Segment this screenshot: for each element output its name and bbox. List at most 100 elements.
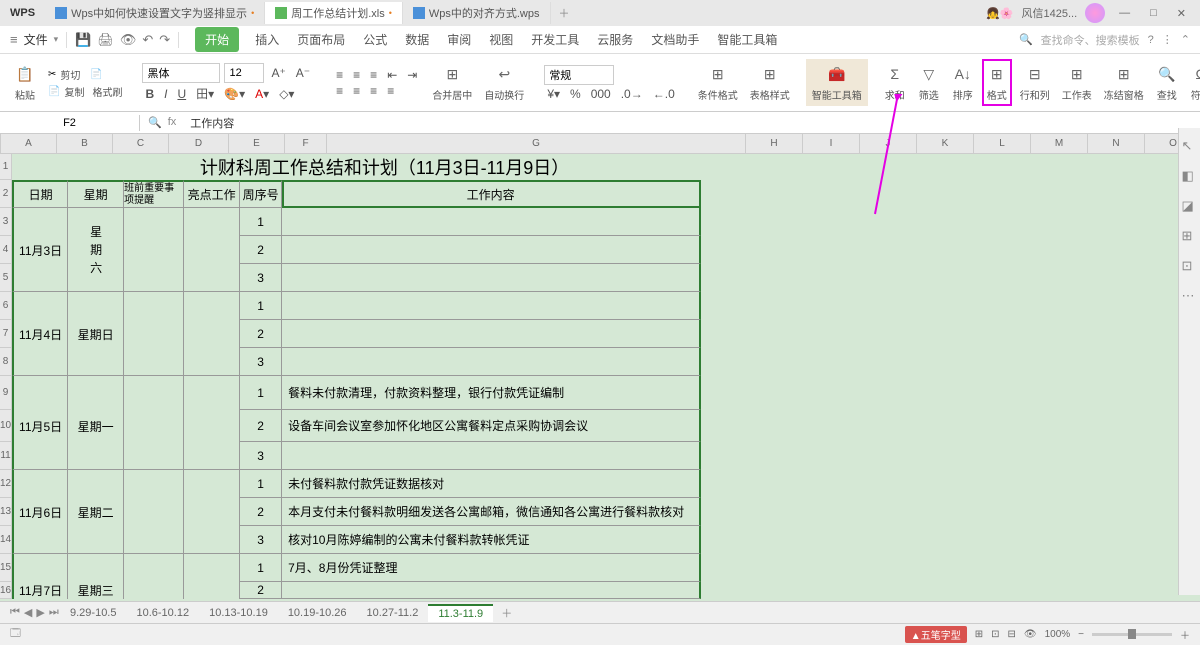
doc-tab-0[interactable]: Wps中如何快速设置文字为竖排显示• <box>45 2 265 24</box>
cell-content[interactable]: 餐料未付款清理，付款资料整理，银行付款凭证编制 <box>282 376 701 410</box>
tab-cloud[interactable]: 云服务 <box>595 27 635 52</box>
view-custom-icon[interactable]: 👁 <box>1024 629 1037 640</box>
cell-date[interactable] <box>12 292 68 320</box>
file-menu[interactable]: 文件 <box>24 31 48 48</box>
cell-week[interactable] <box>68 470 124 498</box>
tab-insert[interactable]: 插入 <box>253 27 281 52</box>
row-header[interactable]: 6 <box>0 292 12 320</box>
italic-button[interactable]: I <box>161 87 170 101</box>
fill-justify-icon[interactable]: ≡ <box>384 84 397 98</box>
align-right-icon[interactable]: ≡ <box>367 84 380 98</box>
cell-seq[interactable]: 2 <box>240 320 282 348</box>
sheet-tab[interactable]: 9.29-10.5 <box>60 605 126 621</box>
cell-empty[interactable] <box>184 554 240 582</box>
cell-date[interactable]: 11月7日 <box>12 582 68 599</box>
col-header[interactable]: M <box>1031 134 1088 154</box>
col-header[interactable]: N <box>1088 134 1145 154</box>
tab-data[interactable]: 数据 <box>403 27 431 52</box>
rail-analysis-icon[interactable]: ◪ <box>1182 198 1198 214</box>
sheet-tab[interactable]: 10.6-10.12 <box>126 605 199 621</box>
more-icon[interactable]: ⋮ <box>1162 33 1173 46</box>
row-header[interactable]: 3 <box>0 208 12 236</box>
cell-week[interactable] <box>68 348 124 376</box>
sheet-tab[interactable]: 10.19-10.26 <box>278 605 357 621</box>
cell-empty[interactable] <box>124 320 184 348</box>
indent-inc-icon[interactable]: ⇥ <box>404 68 420 82</box>
cell-empty[interactable] <box>124 410 184 442</box>
cell-empty[interactable] <box>184 348 240 376</box>
cell-empty[interactable] <box>124 208 184 236</box>
row-header[interactable]: 8 <box>0 348 12 376</box>
cell-seq[interactable]: 2 <box>240 410 282 442</box>
rail-select-icon[interactable]: ↖ <box>1182 138 1198 154</box>
cell-seq[interactable]: 3 <box>240 348 282 376</box>
cell-empty[interactable] <box>124 264 184 292</box>
view-page-icon[interactable]: ⊡ <box>991 629 999 640</box>
col-header[interactable]: G <box>327 134 746 154</box>
sheet-nav-first[interactable]: ⏮ <box>10 606 20 619</box>
save-icon[interactable]: 💾 <box>75 32 91 48</box>
cell-content[interactable] <box>282 582 701 599</box>
tab-formula[interactable]: 公式 <box>361 27 389 52</box>
row-header[interactable]: 2 <box>0 180 12 208</box>
wrap-icon[interactable]: ↩ <box>493 63 515 85</box>
zoom-out-button[interactable]: − <box>1078 629 1084 640</box>
sum-icon[interactable]: Σ <box>884 63 906 85</box>
col-header[interactable]: F <box>285 134 327 154</box>
cell-seq[interactable]: 2 <box>240 582 282 599</box>
cell-content[interactable]: 本月支付未付餐料款明细发送各公寓邮箱，微信通知各公寓进行餐料款核对 <box>282 498 701 526</box>
preview-icon[interactable]: 👁 <box>120 32 137 48</box>
col-header[interactable]: E <box>229 134 285 154</box>
table-style-icon[interactable]: ⊞ <box>759 63 781 85</box>
cell-week[interactable]: 星期三 <box>68 582 124 599</box>
row-header[interactable]: 10 <box>0 410 12 442</box>
dec-inc-icon[interactable]: .0→ <box>618 87 646 101</box>
rail-style-icon[interactable]: ◧ <box>1182 168 1198 184</box>
cell-content[interactable] <box>282 236 701 264</box>
cell-content[interactable] <box>282 264 701 292</box>
cell-empty[interactable] <box>124 554 184 582</box>
cell-date[interactable] <box>12 470 68 498</box>
undo-icon[interactable]: ↶ <box>142 32 153 48</box>
align-bot-icon[interactable]: ≡ <box>367 68 380 82</box>
help-icon[interactable]: ? <box>1148 34 1154 46</box>
col-header[interactable]: B <box>57 134 113 154</box>
cell-empty[interactable] <box>184 498 240 526</box>
cell-date[interactable] <box>12 208 68 236</box>
cell-seq[interactable]: 1 <box>240 208 282 236</box>
col-header[interactable]: A <box>1 134 57 154</box>
sheet-tab-active[interactable]: 11.3-11.9 <box>428 604 493 622</box>
cell-week[interactable] <box>68 292 124 320</box>
menu-icon[interactable]: ≡ <box>10 32 18 47</box>
row-header[interactable]: 9 <box>0 376 12 410</box>
cut-icon[interactable]: ✂ <box>48 69 56 80</box>
comma-icon[interactable]: 000 <box>588 87 614 101</box>
cell-week[interactable]: 星期日 <box>68 320 124 348</box>
tab-view[interactable]: 视图 <box>487 27 515 52</box>
size-select[interactable] <box>224 63 264 83</box>
align-mid-icon[interactable]: ≡ <box>350 68 363 82</box>
cell-content[interactable] <box>282 208 701 236</box>
cell-date[interactable]: 11月5日 <box>12 410 68 442</box>
cell-empty[interactable] <box>184 264 240 292</box>
sort-icon[interactable]: A↓ <box>952 63 974 85</box>
cell-date[interactable] <box>12 348 68 376</box>
zoom-in-button[interactable]: ＋ <box>1180 627 1190 642</box>
cell-content[interactable]: 7月、8月份凭证整理 <box>282 554 701 582</box>
cell-empty[interactable] <box>184 582 240 599</box>
align-left-icon[interactable]: ≡ <box>333 84 346 98</box>
tab-dochelper[interactable]: 文档助手 <box>649 27 701 52</box>
cell-content[interactable] <box>282 292 701 320</box>
row-header[interactable]: 4 <box>0 236 12 264</box>
cond-format-icon[interactable]: ⊞ <box>707 63 729 85</box>
status-icon[interactable]: 🗔 <box>10 626 21 643</box>
filter-icon[interactable]: ▽ <box>918 63 940 85</box>
paste-icon[interactable]: 📋 <box>14 63 36 85</box>
tab-smart[interactable]: 智能工具箱 <box>715 27 779 52</box>
rail-property-icon[interactable]: ⊞ <box>1182 228 1198 244</box>
doc-tab-2[interactable]: Wps中的对齐方式.wps <box>403 2 551 24</box>
border-button[interactable]: 田▾ <box>193 85 217 102</box>
row-header[interactable]: 16 <box>0 582 12 599</box>
rail-more-icon[interactable]: ⋯ <box>1182 288 1198 304</box>
row-header[interactable]: 13 <box>0 498 12 526</box>
